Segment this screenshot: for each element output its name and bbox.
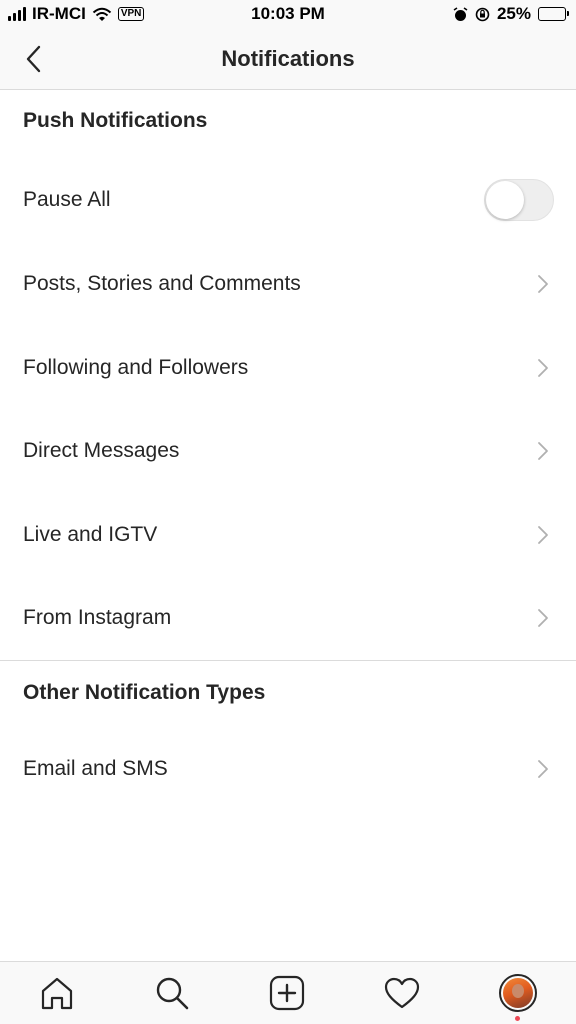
status-right: 25% [453, 4, 569, 24]
menu-item-live-igtv[interactable]: Live and IGTV [0, 505, 576, 565]
header: Notifications [0, 30, 576, 90]
menu-item-label: Email and SMS [23, 757, 168, 780]
profile-avatar[interactable] [499, 974, 537, 1012]
menu-item-label: From Instagram [23, 606, 172, 629]
search-icon[interactable] [153, 974, 191, 1012]
heart-icon[interactable] [383, 974, 421, 1012]
menu-item-direct-messages[interactable]: Direct Messages [0, 421, 576, 481]
home-icon[interactable] [38, 974, 76, 1012]
chevron-right-icon [538, 609, 548, 627]
menu-item-label: Live and IGTV [23, 523, 158, 546]
battery-percent: 25% [496, 4, 531, 23]
menu-item-from-instagram[interactable]: From Instagram [0, 588, 576, 648]
notification-dot [515, 1016, 520, 1021]
section-title-push: Push Notifications [23, 109, 208, 132]
page-title: Notifications [221, 46, 355, 71]
pause-all-label: Pause All [23, 188, 111, 211]
status-bar: IR-MCI VPN 10:03 PM 25% [0, 0, 576, 30]
rotation-lock-icon [475, 7, 490, 21]
menu-item-label: Direct Messages [23, 439, 180, 462]
chevron-right-icon [538, 760, 548, 778]
pause-all-toggle[interactable] [484, 179, 554, 221]
menu-item-email-sms[interactable]: Email and SMS [0, 739, 576, 799]
pause-all-row: Pause All [0, 170, 576, 230]
section-title-other: Other Notification Types [23, 681, 266, 704]
chevron-right-icon [538, 526, 548, 544]
chevron-right-icon [538, 442, 548, 460]
alarm-icon [453, 6, 468, 21]
menu-item-following-followers[interactable]: Following and Followers [0, 338, 576, 398]
battery-icon [538, 7, 569, 21]
toggle-knob [486, 181, 524, 219]
menu-item-label: Posts, Stories and Comments [23, 272, 301, 295]
tab-bar [0, 961, 576, 1024]
menu-item-posts-stories-comments[interactable]: Posts, Stories and Comments [0, 254, 576, 314]
chevron-right-icon [538, 275, 548, 293]
chevron-right-icon [538, 359, 548, 377]
section-divider [0, 660, 576, 661]
avatar-image [503, 978, 533, 1008]
add-post-icon[interactable] [268, 974, 306, 1012]
menu-item-label: Following and Followers [23, 356, 249, 379]
